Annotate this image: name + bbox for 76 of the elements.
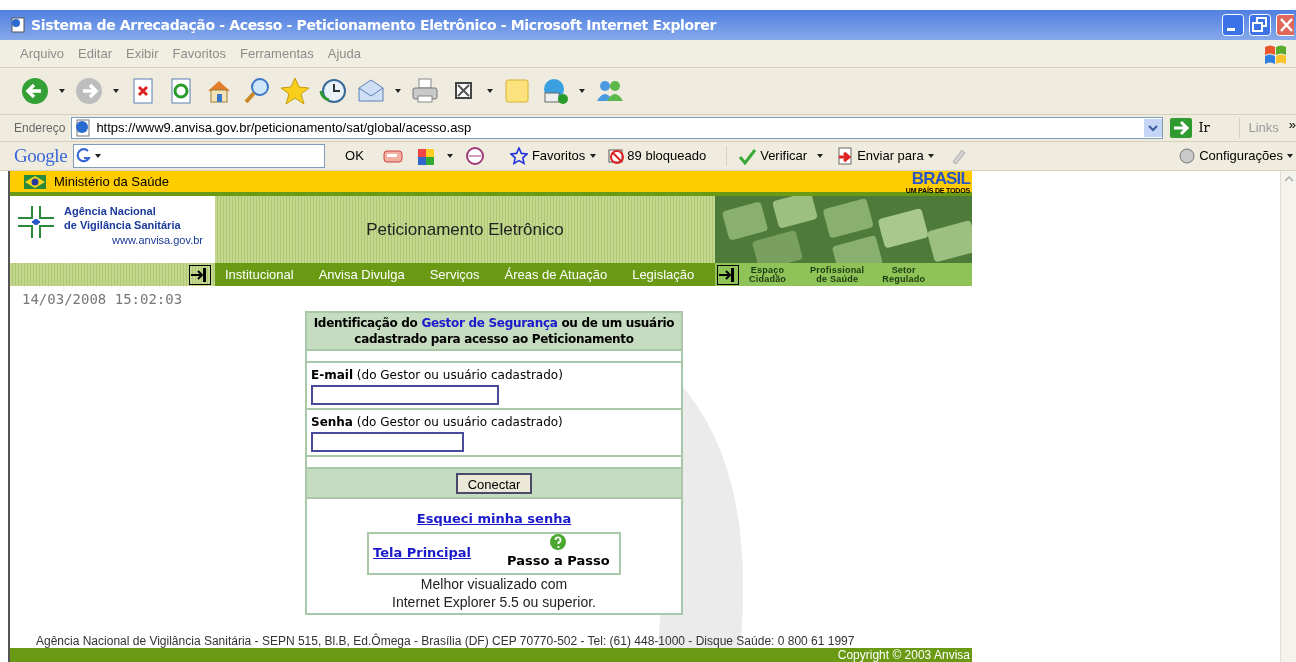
field-label: E-mail (do Gestor ou usuário cadastrado) — [311, 367, 563, 384]
copyright: Copyright © 2003 Anvisa — [837, 649, 970, 661]
footer-address: Agência Nacional de Vigilância Sanitária - SEPN 515, Bl.B, Ed.Ômega - Brasília (DF) CEP 70770-502 - Tel: (61) 448-1000 - Disque Saúde: 0 800 61 1997 — [35, 634, 856, 648]
dropdown-icon[interactable] — [112, 87, 120, 95]
security-manager-link[interactable]: Gestor de Segurança — [421, 316, 558, 330]
nav-link[interactable]: Anvisa Divulga — [318, 264, 405, 285]
forgot-password-link[interactable]: Esqueci minha senha — [416, 509, 572, 529]
g-logo-icon — [76, 147, 93, 165]
dropdown-icon[interactable] — [58, 87, 66, 95]
star-icon[interactable] — [280, 76, 310, 106]
agency-url: www.anvisa.gov.br — [112, 233, 204, 248]
nav-link[interactable]: Legislação — [632, 264, 695, 285]
audience-link[interactable]: Setor Regulado — [882, 265, 926, 284]
puzzle-icon[interactable] — [415, 146, 436, 166]
flag-icon — [24, 174, 46, 189]
password-field[interactable] — [311, 432, 464, 452]
chevron-icon[interactable]: » — [1288, 115, 1296, 135]
dropdown-icon — [94, 152, 103, 160]
search-field[interactable] — [73, 144, 326, 168]
history-icon[interactable] — [318, 76, 348, 106]
ok-button[interactable]: OK — [343, 146, 366, 166]
exit-door-icon — [717, 264, 739, 285]
dropdown-icon — [926, 152, 935, 160]
spellcheck-button[interactable]: Verificar — [726, 146, 825, 166]
brand-logo: BRASIL — [911, 171, 970, 187]
audience-link[interactable]: Profissional de Saúde — [810, 265, 865, 284]
address-field[interactable]: https://www9.anvisa.gov.br/peticionamento/sat/global/acesso.asp — [71, 117, 1164, 139]
login-heading: Identificação do Gestor de Segurança ou de um usuário cadastrado para acesso ao Peticionamento — [307, 313, 681, 351]
star-icon — [509, 147, 528, 165]
browser-note: Internet Explorer 5.5 ou superior. — [392, 592, 596, 611]
scrollbar[interactable] — [1280, 171, 1296, 662]
close-icon[interactable] — [1276, 14, 1294, 36]
nav-link[interactable]: Institucional — [225, 264, 294, 285]
dropdown-icon — [1286, 152, 1294, 160]
send-page-icon — [836, 147, 855, 165]
dropdown-icon[interactable] — [394, 87, 402, 95]
ministry-name: Ministério da Saúde — [54, 172, 169, 191]
nav-link[interactable]: Serviços — [429, 264, 480, 285]
spellcheck-icon — [737, 147, 758, 165]
dropdown-icon[interactable] — [445, 152, 454, 160]
help-icon — [549, 533, 568, 551]
arrow-icon — [1170, 118, 1193, 138]
exit-door-icon — [189, 264, 211, 285]
address-label: Endereço — [14, 120, 66, 137]
google-logo: Google — [14, 143, 68, 168]
home-screen-link[interactable]: Tela Principal — [373, 543, 472, 563]
dropdown-icon[interactable] — [486, 87, 494, 95]
settings-icon — [1178, 147, 1197, 165]
step-by-step-link[interactable]: Passo a Passo — [507, 551, 610, 571]
agency-name: Agência Nacional — [63, 204, 157, 218]
printer-icon[interactable] — [410, 76, 440, 106]
date-time: 14/03/2008 15:02:03 — [21, 290, 184, 309]
popup-blocker-button[interactable]: 89 bloqueado — [607, 146, 707, 166]
document-icon — [10, 17, 26, 33]
connect-button[interactable]: Conectar — [455, 472, 533, 494]
dropdown-icon — [589, 152, 598, 160]
browser-note: Melhor visualizado com — [420, 574, 568, 593]
window-title: Sistema de Arrecadação - Acesso - Peticionamento Eletrônico - Microsoft Internet Explorer — [31, 15, 718, 35]
blocked-popup-icon — [607, 147, 626, 165]
dropdown-icon[interactable] — [578, 87, 586, 95]
favorites-button[interactable]: Favoritos — [509, 146, 598, 166]
cross-logo-icon — [16, 204, 56, 240]
nav-link[interactable]: Áreas de Atuação — [504, 264, 608, 285]
email-field[interactable] — [311, 385, 499, 405]
dropdown-icon — [816, 152, 825, 160]
agency-name: de Vigilância Sanitária — [63, 218, 182, 232]
field-label: Senha (do Gestor ou usuário cadastrado) — [311, 414, 563, 431]
settings-button[interactable]: Configurações — [1178, 146, 1294, 166]
minimize-icon[interactable] — [1222, 14, 1244, 36]
banner-title: Peticionamento Eletrônico — [366, 218, 564, 241]
search-icon[interactable] — [242, 76, 272, 106]
audience-link[interactable]: Espaço Cidadão — [749, 265, 787, 284]
page-icon — [74, 119, 93, 137]
go-button[interactable]: Ir — [1167, 118, 1230, 138]
restore-icon[interactable] — [1249, 14, 1271, 36]
send-to-button[interactable]: Enviar para — [836, 146, 935, 166]
